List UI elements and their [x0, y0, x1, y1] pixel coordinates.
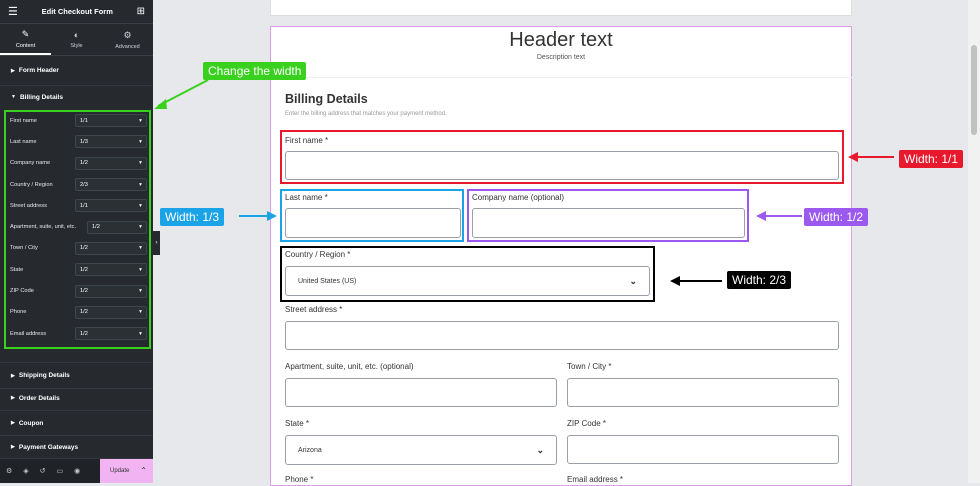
chevron-up-icon: ⌃: [140, 466, 147, 475]
section-billing-details[interactable]: ▼ Billing Details: [0, 86, 153, 108]
header-text: Header text: [509, 29, 613, 51]
sidebar-topbar: ☰ Edit Checkout Form ⊞: [0, 0, 153, 24]
gear-icon: ⚙: [123, 29, 132, 40]
country-value: United States (US): [298, 277, 357, 285]
section-shipping-details[interactable]: ▶ Shipping Details: [0, 362, 153, 389]
section-label: Coupon: [18, 419, 44, 427]
half-circle-icon: ◐: [73, 30, 80, 40]
preview-eye-icon[interactable]: ◉: [74, 467, 80, 475]
billing-title: Billing Details: [285, 92, 368, 106]
update-button[interactable]: Update ⌃: [100, 459, 153, 483]
caret-right-icon: ▶: [11, 420, 15, 426]
tab-style[interactable]: ◐ Style: [51, 24, 102, 55]
section-label: Order Details: [18, 394, 60, 402]
panel-title: Edit Checkout Form: [41, 7, 113, 16]
hamburger-menu-icon[interactable]: ☰: [8, 5, 18, 18]
editor-sidebar: ☰ Edit Checkout Form ⊞ ✎ Content ◐ Style…: [0, 0, 153, 483]
red-arrow: [848, 152, 894, 162]
billing-subtitle: Enter the billing address that matches y…: [285, 111, 447, 117]
state-select[interactable]: Arizona ⌄: [285, 435, 557, 465]
tab-advanced[interactable]: ⚙ Advanced: [102, 24, 153, 55]
layers-icon[interactable]: ◈: [23, 467, 28, 475]
caret-down-icon: ▼: [11, 94, 16, 100]
first-name-input[interactable]: [285, 151, 839, 180]
blue-arrow: [239, 211, 277, 221]
pencil-icon: ✎: [21, 28, 30, 39]
grid-apps-icon[interactable]: ⊞: [137, 6, 145, 17]
section-form-header[interactable]: ▶ Form Header: [0, 56, 153, 86]
zip-label: ZIP Code *: [567, 419, 606, 428]
section-label: Payment Gateways: [18, 443, 79, 451]
town-label: Town / City *: [567, 362, 612, 371]
caret-right-icon: ▶: [11, 372, 15, 379]
tab-style-label: Style: [70, 43, 83, 49]
section-label: Shipping Details: [18, 372, 70, 379]
width-1-1-callout: Width: 1/1: [899, 150, 964, 168]
apartment-input[interactable]: [285, 378, 557, 407]
chevron-down-icon: ⌄: [629, 275, 637, 286]
last-name-input[interactable]: [285, 208, 461, 238]
canvas-scrollbar[interactable]: [968, 0, 980, 483]
responsive-icon[interactable]: ▭: [57, 467, 64, 475]
caret-right-icon: ▶: [11, 67, 15, 74]
tab-content-label: Content: [15, 42, 36, 49]
caret-right-icon: ▶: [11, 444, 15, 450]
street-input[interactable]: [285, 321, 839, 350]
collapse-panel-handle[interactable]: ‹: [153, 231, 160, 255]
form-header: Header text Description text: [270, 26, 852, 78]
company-label: Company name (optional): [472, 193, 565, 202]
street-label: Street address *: [285, 305, 343, 314]
green-arrow: [154, 79, 209, 109]
state-value: Arizona: [298, 446, 322, 454]
sidebar-footer: ⚙ ◈ ↺ ▭ ◉ Update ⌃: [0, 459, 153, 483]
section-label: Billing Details: [19, 93, 63, 101]
chevron-left-icon: ‹: [155, 240, 158, 246]
last-name-label: Last name *: [285, 193, 328, 202]
history-icon[interactable]: ↺: [40, 467, 46, 475]
first-name-label: First name *: [285, 136, 329, 145]
company-input[interactable]: [472, 208, 745, 238]
chevron-down-icon: ⌄: [536, 444, 544, 455]
width-2-3-callout: Width: 2/3: [727, 271, 792, 289]
description-text: Description text: [536, 54, 586, 61]
state-label: State *: [285, 419, 310, 428]
panel-tabs: ✎ Content ◐ Style ⚙ Advanced: [0, 24, 153, 56]
black-arrow: [670, 276, 722, 286]
section-order-details[interactable]: ▶ Order Details: [0, 386, 153, 411]
previous-section: [270, 0, 852, 16]
caret-right-icon: ▶: [11, 395, 15, 401]
change-width-callout: Change the width: [203, 62, 307, 80]
apartment-label: Apartment, suite, unit, etc. (optional): [285, 362, 414, 371]
billing-fields-highlight: [4, 110, 151, 349]
width-1-2-callout: Width: 1/2: [804, 208, 869, 226]
country-select[interactable]: United States (US) ⌄: [285, 266, 650, 296]
section-label: Form Header: [18, 67, 59, 74]
country-label: Country / Region *: [285, 250, 351, 259]
section-coupon[interactable]: ▶ Coupon: [0, 411, 153, 436]
zip-input[interactable]: [567, 435, 839, 464]
width-1-3-callout: Width: 1/3: [160, 208, 225, 226]
section-payment-gateways[interactable]: ▶ Payment Gateways: [0, 436, 153, 459]
purple-arrow: [756, 211, 802, 221]
scrollbar-thumb[interactable]: [971, 45, 977, 135]
town-input[interactable]: [567, 378, 839, 407]
tab-advanced-label: Advanced: [115, 43, 140, 50]
settings-icon[interactable]: ⚙: [6, 467, 12, 475]
tab-content[interactable]: ✎ Content: [0, 24, 51, 55]
update-label: Update: [110, 468, 130, 474]
